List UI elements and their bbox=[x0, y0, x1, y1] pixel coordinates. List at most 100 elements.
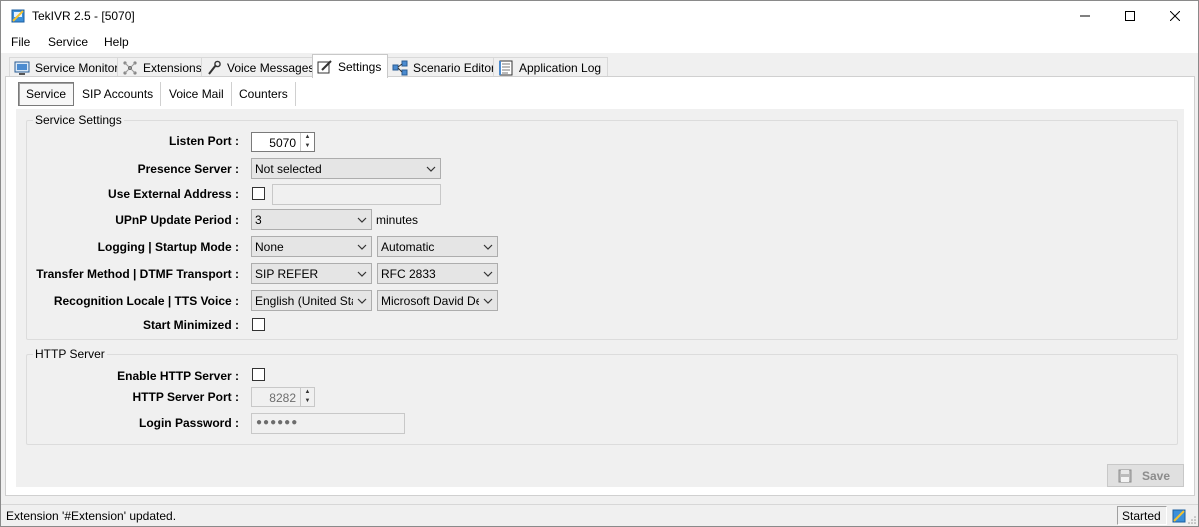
start-minimized-label: Start Minimized : bbox=[142, 318, 239, 332]
spinner-arrows[interactable]: ▲ ▼ bbox=[300, 133, 314, 151]
http-server-port-spinner[interactable]: 8282 ▲ ▼ bbox=[251, 387, 315, 407]
password-mask: ●●●●●● bbox=[256, 417, 299, 428]
external-address-input[interactable] bbox=[272, 184, 441, 205]
maximize-button[interactable] bbox=[1107, 1, 1153, 31]
upnp-unit-label: minutes bbox=[376, 213, 419, 227]
subtab-sip-accounts[interactable]: SIP Accounts bbox=[75, 82, 162, 106]
tts-voice-select[interactable]: Microsoft David Desktop bbox=[377, 290, 498, 311]
minimize-button[interactable] bbox=[1062, 1, 1108, 31]
spinner-arrows[interactable]: ▲ ▼ bbox=[300, 388, 314, 406]
subtab-counters[interactable]: Counters bbox=[232, 82, 296, 106]
subtab-voice-mail[interactable]: Voice Mail bbox=[162, 82, 232, 106]
tab-scenario-editor[interactable]: Scenario Editor bbox=[387, 57, 503, 77]
listen-port-label: Listen Port : bbox=[168, 134, 239, 148]
microphone-icon bbox=[208, 60, 221, 75]
save-button[interactable]: Save bbox=[1107, 464, 1184, 487]
tab-voice-messages[interactable]: Voice Messages bbox=[201, 57, 322, 77]
chevron-down-icon bbox=[483, 298, 493, 304]
logging-startup-label: Logging | Startup Mode : bbox=[97, 240, 239, 254]
listen-port-spinner[interactable]: 5070 ▲ ▼ bbox=[251, 132, 315, 152]
network-icon bbox=[123, 60, 137, 75]
main-tabstrip: Service Monitor Extensions Voice Message… bbox=[1, 53, 1198, 78]
tab-label: Scenario Editor bbox=[413, 60, 496, 75]
transfer-method-select[interactable]: SIP REFER bbox=[251, 263, 372, 284]
use-external-address-checkbox[interactable] bbox=[252, 187, 265, 200]
maximize-icon bbox=[1125, 11, 1135, 21]
group-title: Service Settings bbox=[33, 113, 124, 127]
subtab-service[interactable]: Service bbox=[18, 82, 75, 106]
enable-http-server-checkbox[interactable] bbox=[252, 368, 265, 381]
resize-grip-icon[interactable] bbox=[1187, 515, 1197, 525]
title-bar: TekIVR 2.5 - [5070] bbox=[1, 1, 1198, 31]
status-message: Extension '#Extension' updated. bbox=[6, 509, 177, 523]
flowchart-icon bbox=[392, 60, 408, 75]
start-minimized-checkbox[interactable] bbox=[252, 318, 265, 331]
dtmf-transport-select[interactable]: RFC 2833 bbox=[377, 263, 498, 284]
status-bar: Extension '#Extension' updated. Started bbox=[1, 504, 1198, 526]
service-panel: Service Settings Listen Port : 5070 ▲ ▼ P… bbox=[16, 109, 1184, 487]
http-port-value: 8282 bbox=[269, 391, 296, 405]
logging-select[interactable]: None bbox=[251, 236, 372, 257]
service-state: Started bbox=[1117, 506, 1167, 525]
transfer-method-value: SIP REFER bbox=[255, 267, 319, 281]
upnp-update-period-label: UPnP Update Period : bbox=[115, 213, 239, 227]
save-label: Save bbox=[1142, 468, 1171, 483]
settings-tab-page: Service SIP Accounts Voice Mail Counters… bbox=[5, 76, 1195, 496]
tab-settings[interactable]: Settings bbox=[312, 54, 389, 78]
presence-server-value: Not selected bbox=[255, 162, 322, 176]
login-password-label: Login Password : bbox=[138, 416, 239, 430]
spin-down-icon[interactable]: ▼ bbox=[301, 397, 314, 406]
spin-up-icon[interactable]: ▲ bbox=[301, 388, 314, 397]
startup-mode-select[interactable]: Automatic bbox=[377, 236, 498, 257]
window-title: TekIVR 2.5 - [5070] bbox=[32, 9, 135, 23]
enable-http-server-label: Enable HTTP Server : bbox=[117, 369, 239, 383]
login-password-input[interactable]: ●●●●●● bbox=[251, 413, 405, 434]
recognition-locale-select[interactable]: English (United States) bbox=[251, 290, 372, 311]
tab-extensions[interactable]: Extensions bbox=[117, 57, 209, 77]
main-window: TekIVR 2.5 - [5070] File Service Help Se… bbox=[0, 0, 1199, 527]
chevron-down-icon bbox=[357, 271, 367, 277]
app-icon bbox=[11, 9, 25, 23]
tab-label: Service Monitor bbox=[35, 60, 119, 75]
use-external-address-label: Use External Address : bbox=[108, 187, 239, 201]
spin-down-icon[interactable]: ▼ bbox=[301, 142, 314, 151]
chevron-down-icon bbox=[357, 217, 367, 223]
tab-label: Application Log bbox=[519, 60, 602, 75]
recognition-tts-label: Recognition Locale | TTS Voice : bbox=[53, 294, 239, 308]
tab-service-monitor[interactable]: Service Monitor bbox=[9, 57, 126, 77]
presence-server-label: Presence Server : bbox=[137, 162, 239, 176]
chevron-down-icon bbox=[357, 244, 367, 250]
spin-up-icon[interactable]: ▲ bbox=[301, 133, 314, 142]
dtmf-transport-value: RFC 2833 bbox=[381, 267, 436, 281]
transfer-dtmf-label: Transfer Method | DTMF Transport : bbox=[36, 267, 239, 281]
tab-application-log[interactable]: Application Log bbox=[493, 57, 609, 77]
listen-port-value: 5070 bbox=[269, 136, 296, 150]
menu-file[interactable]: File bbox=[11, 35, 30, 49]
upnp-update-period-select[interactable]: 3 bbox=[251, 209, 372, 230]
group-title: HTTP Server bbox=[33, 347, 107, 361]
chevron-down-icon bbox=[483, 244, 493, 250]
tab-label: Settings bbox=[338, 59, 382, 74]
tts-voice-value: Microsoft David Desktop bbox=[381, 294, 479, 308]
tab-label: Voice Messages bbox=[227, 60, 315, 75]
chevron-down-icon bbox=[426, 166, 436, 172]
menu-service[interactable]: Service bbox=[48, 35, 88, 49]
menu-help[interactable]: Help bbox=[104, 35, 129, 49]
status-app-icon bbox=[1172, 509, 1186, 523]
http-server-port-label: HTTP Server Port : bbox=[132, 390, 239, 404]
chevron-down-icon bbox=[357, 298, 367, 304]
settings-pencil-icon bbox=[317, 59, 332, 73]
chevron-down-icon bbox=[483, 271, 493, 277]
logging-value: None bbox=[255, 240, 284, 254]
presence-server-select[interactable]: Not selected bbox=[251, 158, 441, 179]
minimize-icon bbox=[1080, 15, 1090, 17]
menu-bar: File Service Help bbox=[1, 31, 1198, 53]
monitor-icon bbox=[14, 61, 30, 75]
startup-mode-value: Automatic bbox=[381, 240, 435, 254]
upnp-value: 3 bbox=[255, 213, 262, 227]
floppy-disk-icon bbox=[1118, 469, 1132, 482]
log-document-icon bbox=[499, 60, 513, 75]
tab-label: Extensions bbox=[143, 60, 202, 75]
recognition-locale-value: English (United States) bbox=[255, 294, 353, 308]
close-button[interactable] bbox=[1152, 1, 1198, 31]
